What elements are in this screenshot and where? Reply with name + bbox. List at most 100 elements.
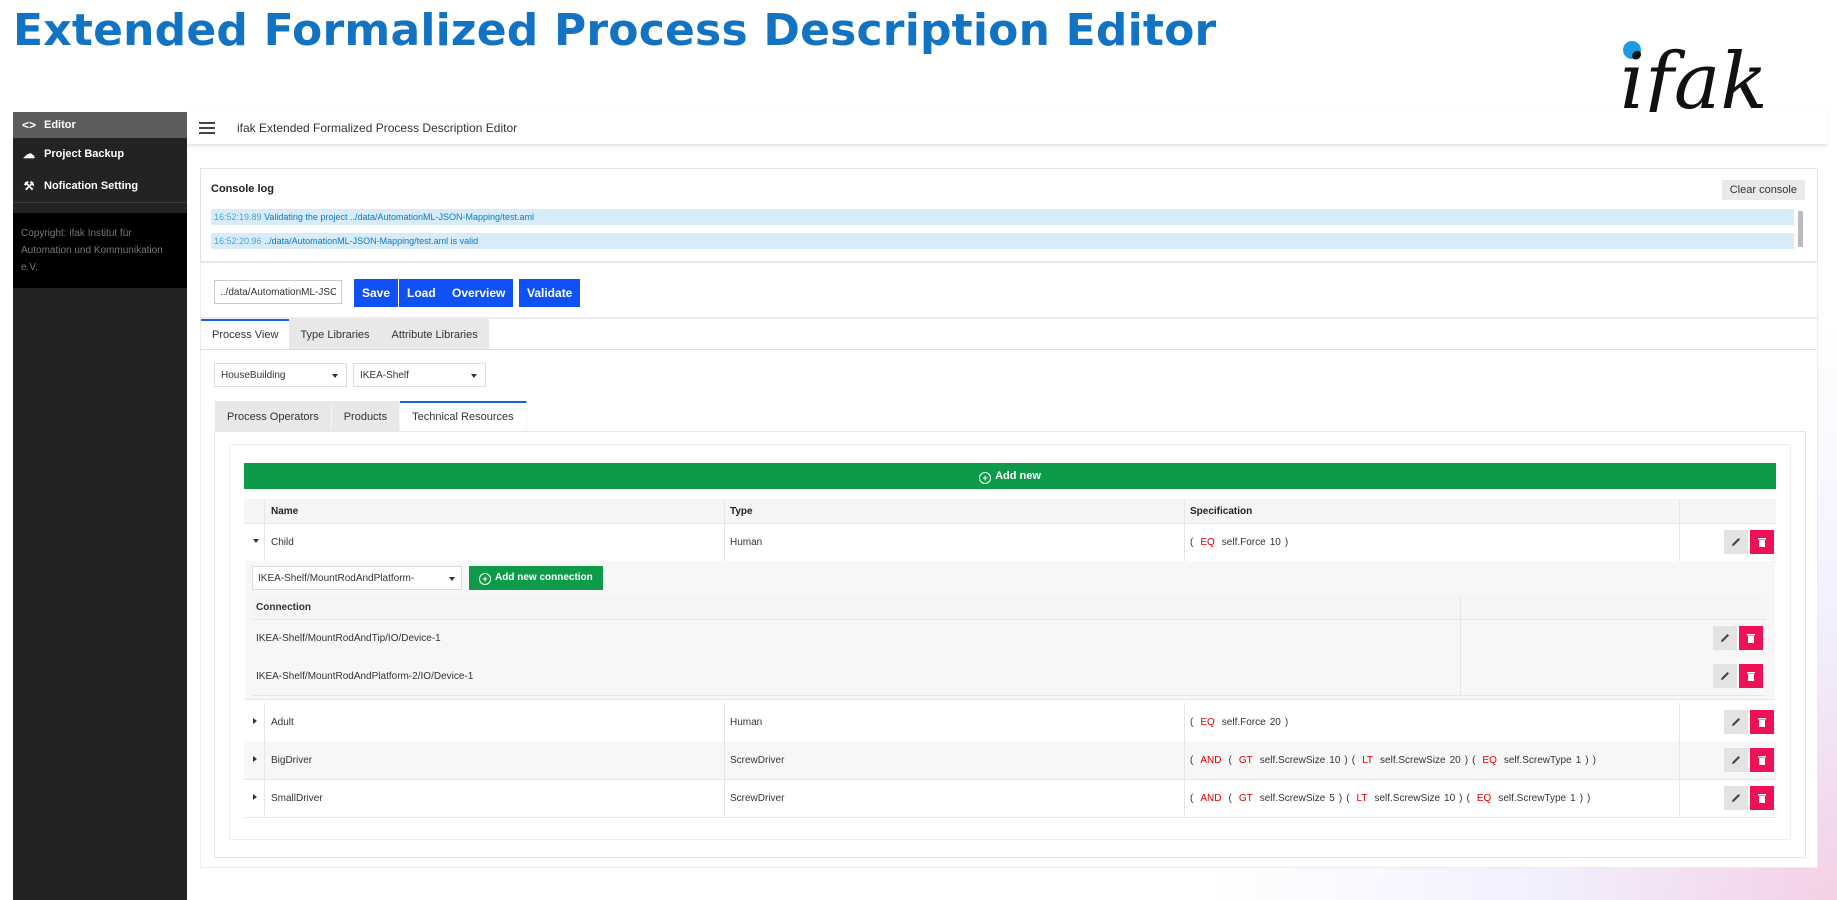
connection-panel: IKEA-Shelf/MountRodAndPlatform-1/IO/Devi… xyxy=(245,561,1775,700)
row-specification: (EQ self.Force 10) xyxy=(1188,523,1290,561)
add-new-connection-button[interactable]: + Add new connection xyxy=(469,566,603,590)
spec-keyword: GT xyxy=(1238,754,1253,766)
pencil-icon xyxy=(1732,756,1740,764)
spec-token: ) xyxy=(1284,536,1289,548)
pencil-icon xyxy=(1721,634,1729,642)
row-type: ScrewDriver xyxy=(730,792,785,804)
row-type: ScrewDriver xyxy=(730,754,785,766)
process-select[interactable]: HouseBuilding xyxy=(214,363,347,387)
collapse-caret-icon[interactable] xyxy=(253,539,259,543)
spec-token: ) xyxy=(1585,754,1589,766)
delete-button[interactable] xyxy=(1750,530,1774,554)
spec-token: ) xyxy=(1344,754,1348,766)
trash-icon xyxy=(1758,756,1766,765)
header-type: Type xyxy=(730,505,753,517)
clear-console-button[interactable]: Clear console xyxy=(1721,180,1805,200)
row-name: Adult xyxy=(271,716,294,728)
spec-token: ( xyxy=(1190,716,1194,728)
spec-keyword: GT xyxy=(1238,792,1253,804)
row-specification: (EQ self.Force 20) xyxy=(1188,703,1290,741)
pencil-icon xyxy=(1721,672,1729,680)
product-select[interactable]: IKEA-Shelf xyxy=(353,363,486,387)
connection-select[interactable]: IKEA-Shelf/MountRodAndPlatform-1/IO/Devi… xyxy=(252,566,462,608)
console-message: ../data/AutomationML-JSON-Mapping/test.a… xyxy=(264,236,479,246)
sidebar-item-project-backup[interactable]: ☁ Project Backup xyxy=(13,138,187,170)
spec-token: ( xyxy=(1466,792,1470,804)
connection-path: IKEA-Shelf/MountRodAndTip/IO/Device-1 xyxy=(256,632,441,644)
row-type: Human xyxy=(730,536,763,548)
edit-button[interactable] xyxy=(1724,530,1748,554)
spec-token: self.Force xyxy=(1221,536,1266,548)
menu-icon[interactable] xyxy=(199,122,215,134)
edit-button[interactable] xyxy=(1713,664,1737,688)
edit-button[interactable] xyxy=(1724,748,1748,772)
header-connection: Connection xyxy=(256,601,311,613)
console-scrollbar[interactable] xyxy=(1798,211,1803,247)
tab-process-operators[interactable]: Process Operators xyxy=(215,401,332,431)
main-panel: Process View Type Libraries Attribute Li… xyxy=(200,318,1818,868)
spec-token: self.Force xyxy=(1221,716,1266,728)
row-specification: (AND(GT self.ScrewSize 10)(LT self.ScrewSiz… xyxy=(1188,741,1598,779)
edit-button[interactable] xyxy=(1724,710,1748,734)
tab-type-libraries[interactable]: Type Libraries xyxy=(289,319,381,349)
spec-token: 5 xyxy=(1329,792,1335,804)
spec-token: ( xyxy=(1190,754,1194,766)
delete-button[interactable] xyxy=(1750,748,1774,772)
spec-token: 10 xyxy=(1444,792,1456,804)
process-select-value: HouseBuilding xyxy=(221,370,286,381)
table-row[interactable]: BigDriver ScrewDriver (AND (GT self.ScrewS… xyxy=(244,741,1776,780)
connection-row[interactable]: IKEA-Shelf/MountRodAndPlatform-2/IO/Devi… xyxy=(252,657,1766,696)
spec-token: self.ScrewType xyxy=(1503,754,1572,766)
tab-products[interactable]: Products xyxy=(331,401,401,431)
sidebar-item-label: Editor xyxy=(44,119,76,131)
expand-caret-icon[interactable] xyxy=(253,794,257,800)
add-new-label: Add new xyxy=(995,470,1041,482)
table-row[interactable]: SmallDriver ScrewDriver (AND (GT self.Scre… xyxy=(244,779,1776,818)
spec-token: 20 xyxy=(1449,754,1461,766)
tab-process-view[interactable]: Process View xyxy=(201,319,290,349)
sidebar-item-editor[interactable]: <> Editor xyxy=(13,112,187,138)
trash-icon xyxy=(1758,538,1766,547)
delete-button[interactable] xyxy=(1739,664,1763,688)
expand-caret-icon[interactable] xyxy=(253,756,257,762)
table-row[interactable]: Adult Human (EQ self.Force 20) xyxy=(244,703,1776,742)
spec-keyword: EQ xyxy=(1200,716,1215,728)
connection-header: Connection xyxy=(252,595,1766,620)
spec-token: ( xyxy=(1190,536,1194,548)
edit-button[interactable] xyxy=(1713,626,1737,650)
spec-token: ( xyxy=(1351,754,1356,766)
load-button[interactable]: Load xyxy=(399,279,444,307)
expand-caret-icon[interactable] xyxy=(253,718,257,724)
delete-button[interactable] xyxy=(1750,786,1774,810)
plus-circle-icon: + xyxy=(479,573,491,585)
sidebar: <> Editor ☁ Project Backup ⚒ Nofication … xyxy=(13,112,187,900)
spec-token: ( xyxy=(1228,754,1232,766)
spec-token: self.ScrewSize xyxy=(1380,754,1446,766)
console-line: 16:52:20.96 ../data/AutomationML-JSON-Ma… xyxy=(211,233,1794,249)
add-new-button[interactable]: + Add new xyxy=(244,463,1776,489)
tab-technical-resources[interactable]: Technical Resources xyxy=(400,401,527,431)
connection-row[interactable]: IKEA-Shelf/MountRodAndTip/IO/Device-1 xyxy=(252,619,1766,658)
spec-token: ) xyxy=(1284,716,1289,728)
project-path-input[interactable] xyxy=(214,280,342,304)
row-type: Human xyxy=(730,716,763,728)
header-name: Name xyxy=(271,505,299,517)
edit-button[interactable] xyxy=(1724,786,1748,810)
page-headline: Extended Formalized Process Description … xyxy=(13,5,1217,56)
validate-button[interactable]: Validate xyxy=(519,279,581,307)
save-button[interactable]: Save xyxy=(354,279,399,307)
plus-circle-icon: + xyxy=(979,472,992,484)
table-row[interactable]: Child Human (EQ self.Force 10) xyxy=(244,523,1776,562)
delete-button[interactable] xyxy=(1750,710,1774,734)
spec-token: ( xyxy=(1346,792,1350,804)
overview-button[interactable]: Overview xyxy=(444,279,514,307)
sub-tabs: Process Operators Products Technical Res… xyxy=(215,401,527,431)
delete-button[interactable] xyxy=(1739,626,1763,650)
cloud-upload-icon: ☁ xyxy=(23,147,35,161)
tab-attribute-libraries[interactable]: Attribute Libraries xyxy=(380,319,489,349)
copyright-text: Copyright: ifak Institut für Automation … xyxy=(13,213,187,288)
spec-token: ) xyxy=(1464,754,1469,766)
spec-token: 10 xyxy=(1269,536,1281,548)
row-name: BigDriver xyxy=(271,754,313,766)
sidebar-item-notification-setting[interactable]: ⚒ Nofication Setting xyxy=(13,170,187,202)
